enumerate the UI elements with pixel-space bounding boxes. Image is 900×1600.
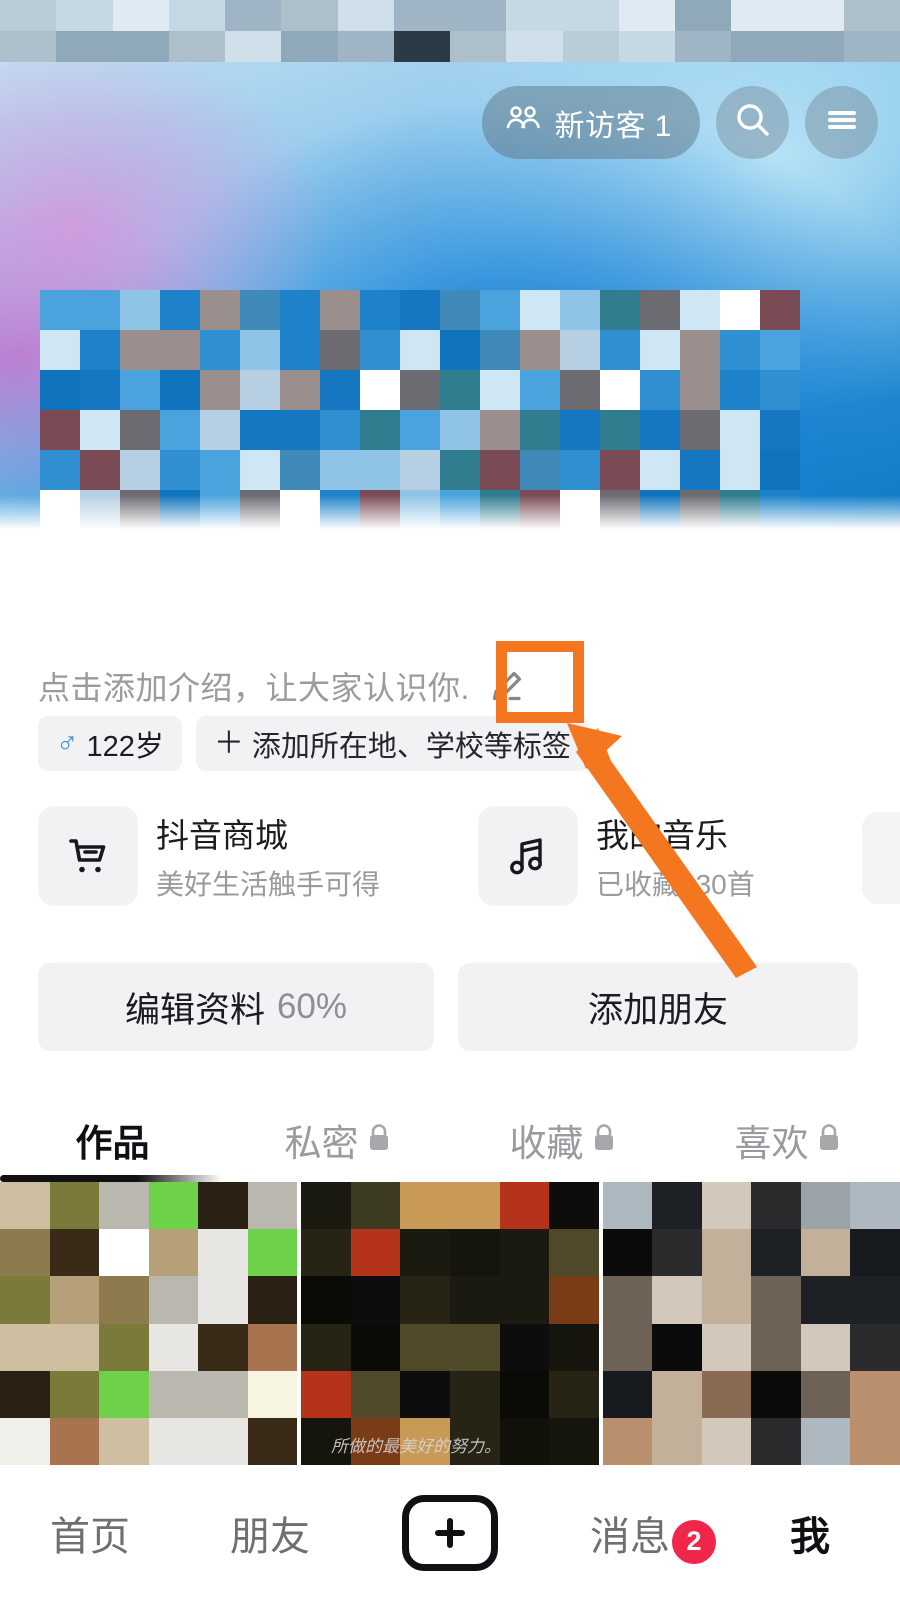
- video-caption: 所做的最美好的努力。: [331, 1437, 502, 1456]
- search-button[interactable]: [716, 86, 789, 159]
- nav-messages[interactable]: 消息 2: [540, 1504, 720, 1564]
- age-gender-tag[interactable]: ♂ 122岁: [38, 716, 182, 771]
- thumbnail-mosaic: [0, 1182, 298, 1465]
- douyin-mall-card[interactable]: 抖音商城 美好生活触手可得: [38, 806, 478, 906]
- hamburger-menu-icon: [824, 106, 860, 139]
- shortcut-cards: 抖音商城 美好生活触手可得 我的音乐 已收藏330首: [38, 806, 868, 906]
- douyin-mall-title: 抖音商城: [156, 817, 288, 854]
- profile-name-mosaic: [40, 290, 800, 530]
- my-music-card[interactable]: 我的音乐 已收藏330首: [478, 806, 868, 906]
- add-friend-label: 添加朋友: [587, 990, 728, 1030]
- tab-favorites[interactable]: 收藏: [450, 1113, 675, 1167]
- nav-create[interactable]: [360, 1494, 540, 1571]
- intro-placeholder-text[interactable]: 点击添加介绍，让大家认识你.: [38, 663, 470, 709]
- nav-me[interactable]: 我: [720, 1504, 900, 1562]
- add-tag-tag[interactable]: ＋ 添加所在地、学校等标签: [195, 716, 589, 771]
- profile-tags: ♂ 122岁 ＋ 添加所在地、学校等标签: [38, 716, 589, 771]
- video-grid: 所做的最美好的努力。: [0, 1182, 900, 1465]
- add-friend-button[interactable]: 添加朋友: [458, 963, 858, 1051]
- lock-icon: [367, 1123, 391, 1158]
- tab-private-label: 私密: [284, 1123, 359, 1164]
- profile-intro-row[interactable]: 点击添加介绍，让大家认识你.: [38, 655, 542, 717]
- nav-home-label: 首页: [50, 1514, 130, 1559]
- tab-works[interactable]: 作品: [0, 1113, 225, 1167]
- shopping-cart-icon: [38, 806, 138, 906]
- nav-friends[interactable]: 朋友: [180, 1504, 360, 1562]
- nav-home[interactable]: 首页: [0, 1504, 180, 1562]
- profile-screen: 新访客 1 点击添加介绍，让大家认识你. ♂ 122岁 ＋ 添加所在地、学校等标…: [0, 0, 900, 1600]
- profile-cover-banner[interactable]: [0, 0, 900, 535]
- douyin-mall-subtitle: 美好生活触手可得: [156, 869, 381, 900]
- age-label: 122岁: [86, 730, 164, 763]
- tab-works-label: 作品: [75, 1123, 150, 1164]
- search-icon: [734, 101, 772, 144]
- new-visitor-label: 新访客 1: [554, 109, 672, 143]
- video-thumbnail-2[interactable]: 所做的最美好的努力。: [301, 1182, 599, 1465]
- edit-profile-percent: 60%: [276, 987, 348, 1026]
- edit-profile-label: 编辑资料: [124, 990, 265, 1030]
- shortcut-card-partial[interactable]: [862, 812, 900, 904]
- tab-likes[interactable]: 喜欢: [675, 1113, 900, 1167]
- my-music-title: 我的音乐: [596, 817, 728, 854]
- profile-action-buttons: 编辑资料 60% 添加朋友: [38, 963, 858, 1051]
- music-note-icon: [478, 806, 578, 906]
- tab-likes-label: 喜欢: [734, 1123, 809, 1164]
- menu-button[interactable]: [805, 86, 878, 159]
- bottom-navigation: 首页 朋友 消息 2 我: [0, 1465, 900, 1600]
- nav-messages-label: 消息: [590, 1514, 670, 1559]
- message-badge: 2: [672, 1519, 716, 1564]
- male-gender-icon: ♂: [56, 726, 79, 760]
- highlight-box: [496, 641, 584, 723]
- video-thumbnail-3[interactable]: [602, 1182, 900, 1465]
- video-thumbnail-1[interactable]: [0, 1182, 298, 1465]
- status-bar-mosaic: [0, 0, 900, 62]
- my-music-subtitle: 已收藏330首: [596, 869, 755, 900]
- banner-fade: [0, 495, 900, 535]
- nav-me-label: 我: [790, 1514, 830, 1559]
- plus-create-icon[interactable]: [402, 1494, 498, 1571]
- thumbnail-mosaic: [301, 1182, 599, 1465]
- lock-icon: [592, 1123, 616, 1158]
- active-tab-indicator: [0, 1175, 222, 1182]
- edit-profile-button[interactable]: 编辑资料 60%: [38, 963, 434, 1051]
- top-navigation: 新访客 1: [482, 86, 878, 159]
- plus-icon: ＋: [213, 726, 244, 760]
- add-tag-label: 添加所在地、学校等标签: [251, 730, 571, 763]
- tab-favorites-label: 收藏: [509, 1123, 584, 1164]
- people-icon: [504, 104, 542, 142]
- nav-friends-label: 朋友: [230, 1514, 310, 1559]
- lock-icon: [817, 1123, 841, 1158]
- content-tabs: 作品 私密 收藏 喜欢: [0, 1100, 900, 1180]
- new-visitor-button[interactable]: 新访客 1: [482, 86, 700, 159]
- thumbnail-mosaic: [602, 1182, 900, 1465]
- tab-private[interactable]: 私密: [225, 1113, 450, 1167]
